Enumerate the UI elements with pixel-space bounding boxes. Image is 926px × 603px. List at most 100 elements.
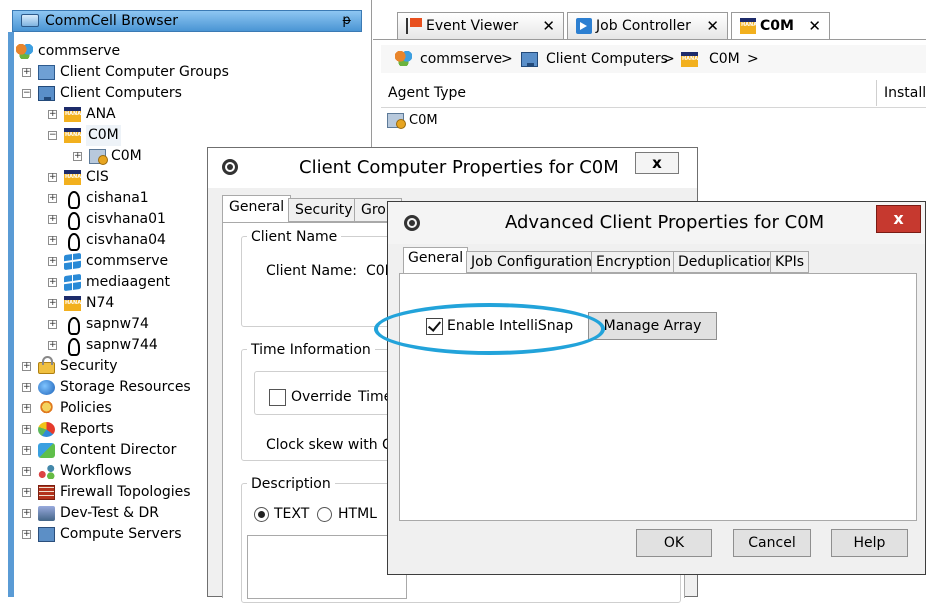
tree-item[interactable]: − C0M xyxy=(0,125,370,146)
highlight-ellipse xyxy=(374,303,605,355)
expand-icon[interactable]: + xyxy=(48,173,57,182)
hana-icon xyxy=(681,52,698,67)
close-button[interactable]: x xyxy=(635,152,679,174)
flag-icon xyxy=(406,18,422,34)
table-row[interactable]: C0M xyxy=(381,108,926,134)
collapse-icon[interactable]: − xyxy=(48,131,57,140)
close-icon[interactable]: ✕ xyxy=(808,13,821,39)
override-checkbox[interactable] xyxy=(269,389,286,406)
reports-icon xyxy=(38,422,55,437)
tree-item-label: cisvhana01 xyxy=(86,211,166,227)
computer-group-icon xyxy=(38,65,55,80)
dialog-title-bar[interactable]: Advanced Client Properties for C0M xyxy=(388,202,925,244)
linux-icon xyxy=(64,212,81,230)
client-computers-icon xyxy=(521,52,538,67)
manage-array-button[interactable]: Manage Array xyxy=(588,312,717,340)
expand-icon[interactable]: + xyxy=(22,383,31,392)
tab-strip-line xyxy=(373,39,926,40)
compute-servers-icon xyxy=(38,527,55,542)
tree-item[interactable]: + Client Computer Groups xyxy=(0,62,370,83)
hana-icon xyxy=(64,296,81,311)
close-button[interactable]: x xyxy=(876,205,921,233)
hana-icon xyxy=(740,18,757,34)
tab-general[interactable]: General xyxy=(222,195,292,223)
tab-general[interactable]: General xyxy=(403,247,469,274)
expand-icon[interactable]: + xyxy=(48,236,57,245)
tree-item-label: cishana1 xyxy=(86,190,149,206)
cancel-button[interactable]: Cancel xyxy=(733,529,811,557)
expand-icon[interactable]: + xyxy=(48,215,57,224)
expand-icon[interactable]: + xyxy=(48,299,57,308)
expand-icon[interactable]: + xyxy=(48,278,57,287)
expand-icon[interactable]: + xyxy=(48,194,57,203)
help-button[interactable]: Help xyxy=(831,529,908,557)
breadcrumb-separator: > xyxy=(501,51,513,67)
tree-item-label: Dev-Test & DR xyxy=(60,505,159,521)
radio-text[interactable] xyxy=(254,507,269,522)
breadcrumb-item[interactable]: C0M xyxy=(709,45,740,73)
breadcrumb-item[interactable]: commserve xyxy=(420,45,502,73)
radio-html-label: HTML xyxy=(338,506,377,522)
tree-item-label: Content Director xyxy=(60,442,177,458)
column-header-install[interactable]: Install xyxy=(877,78,926,108)
ok-button[interactable]: OK xyxy=(636,529,712,557)
group-label: Client Name xyxy=(247,229,342,245)
content-director-icon xyxy=(38,443,55,458)
linux-icon xyxy=(64,338,81,356)
tree-item[interactable]: commserve xyxy=(0,41,370,62)
collapse-icon[interactable]: − xyxy=(22,89,31,98)
tree-item-label: Security xyxy=(60,358,118,374)
tab-label: C0M xyxy=(760,18,794,34)
agent-icon xyxy=(387,113,406,129)
override-label: Override xyxy=(291,389,352,405)
expand-icon[interactable]: + xyxy=(48,257,57,266)
tab-security[interactable]: Security xyxy=(288,198,360,222)
radio-text-label: TEXT xyxy=(274,506,310,522)
breadcrumb-item[interactable]: Client Computers xyxy=(546,45,668,73)
tree-item-label: Policies xyxy=(60,400,112,416)
tab-job-controller[interactable]: Job Controller ✕ xyxy=(567,12,728,39)
group-label: Time Information xyxy=(247,342,375,358)
tab-c0m[interactable]: C0M ✕ xyxy=(731,12,830,39)
expand-icon[interactable]: + xyxy=(48,110,57,119)
tab-label: Event Viewer xyxy=(426,18,519,34)
expand-icon[interactable]: + xyxy=(22,467,31,476)
expand-icon[interactable]: + xyxy=(48,320,57,329)
expand-icon[interactable]: + xyxy=(22,425,31,434)
tree-item-label: commserve xyxy=(86,253,169,269)
expand-icon[interactable]: + xyxy=(22,509,31,518)
devtest-icon xyxy=(38,506,55,521)
expand-icon[interactable]: + xyxy=(22,446,31,455)
tree-item-label: CIS xyxy=(86,169,109,185)
advanced-client-properties-dialog: Advanced Client Properties for C0M x Gen… xyxy=(374,201,926,575)
close-icon[interactable]: ✕ xyxy=(542,13,555,39)
dialog-title-bar[interactable]: Client Computer Properties for C0M x xyxy=(208,148,697,188)
tree-item[interactable]: + ANA xyxy=(0,104,370,125)
description-textarea[interactable] xyxy=(247,535,407,599)
radio-html[interactable] xyxy=(317,507,332,522)
tab-event-viewer[interactable]: Event Viewer ✕ xyxy=(397,12,564,39)
tab-job-configuration[interactable]: Job Configuration xyxy=(466,251,597,273)
close-icon[interactable]: ✕ xyxy=(706,13,719,39)
gear-icon xyxy=(404,215,420,231)
pin-icon[interactable]: ᵽ xyxy=(342,11,351,31)
expand-icon[interactable]: + xyxy=(22,404,31,413)
expand-icon[interactable]: + xyxy=(22,488,31,497)
hana-icon xyxy=(64,170,81,185)
tab-deduplication[interactable]: Deduplication xyxy=(673,251,780,273)
client-name-label: Client Name: xyxy=(266,263,357,279)
tree-item-label: Storage Resources xyxy=(60,379,191,395)
tree-item-label: cisvhana04 xyxy=(86,232,166,248)
column-header-agent-type[interactable]: Agent Type xyxy=(381,78,466,108)
dialog-title: Advanced Client Properties for C0M xyxy=(505,212,825,233)
tab-encryption[interactable]: Encryption xyxy=(591,251,677,273)
expand-icon[interactable]: + xyxy=(48,341,57,350)
expand-icon[interactable]: + xyxy=(22,362,31,371)
linux-icon xyxy=(64,233,81,251)
expand-icon[interactable]: + xyxy=(73,152,82,161)
tree-item[interactable]: − Client Computers xyxy=(0,83,370,104)
tree-item-label: Client Computers xyxy=(60,85,182,101)
expand-icon[interactable]: + xyxy=(22,68,31,77)
expand-icon[interactable]: + xyxy=(22,530,31,539)
tab-kpis[interactable]: KPIs xyxy=(770,251,810,273)
